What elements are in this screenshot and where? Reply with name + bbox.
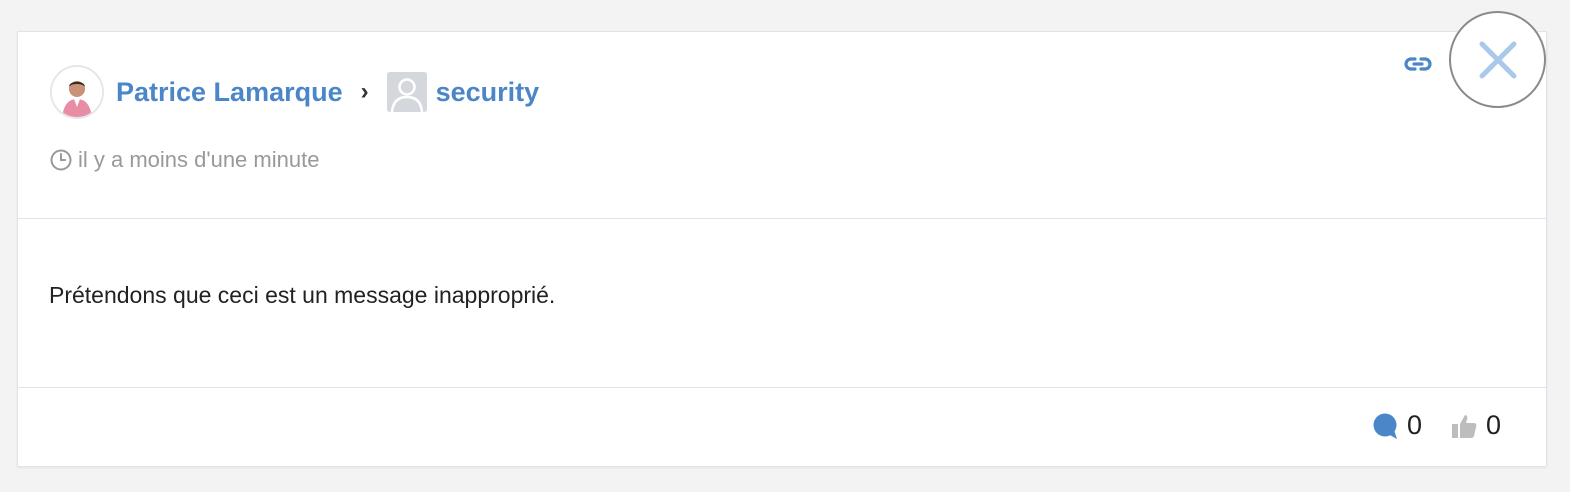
group-avatar-icon[interactable] — [386, 72, 427, 112]
comments-button[interactable]: 0 — [1371, 410, 1422, 441]
timestamp-text: il y a moins d'une minute — [78, 147, 320, 172]
breadcrumb-separator: › — [360, 78, 369, 105]
activity-body: Prétendons que ceci est un message inapp… — [18, 218, 1546, 388]
activity-header: Patrice Lamarque › security il y a moins… — [18, 32, 1546, 219]
comments-count: 0 — [1406, 410, 1422, 440]
thumbs-up-icon — [1451, 414, 1477, 438]
activity-stats: 0 0 — [1371, 410, 1501, 441]
timestamp-row: il y a moins d'une minute — [50, 147, 319, 173]
author-avatar[interactable] — [50, 65, 104, 119]
comment-bubble-icon — [1373, 413, 1397, 439]
close-icon — [1479, 41, 1516, 78]
group-name-link[interactable]: security — [436, 77, 540, 108]
clock-icon — [50, 149, 72, 171]
likes-count: 0 — [1485, 410, 1501, 440]
activity-footer: 0 0 — [18, 388, 1546, 468]
user-silhouette-icon — [386, 72, 427, 112]
author-row: Patrice Lamarque › security — [50, 64, 539, 120]
activity-card: Patrice Lamarque › security il y a moins… — [17, 31, 1547, 467]
avatar-photo — [52, 67, 102, 117]
link-icon[interactable] — [1404, 54, 1432, 74]
close-button[interactable] — [1449, 11, 1546, 108]
like-button[interactable]: 0 — [1450, 410, 1501, 441]
author-name-link[interactable]: Patrice Lamarque — [116, 77, 343, 108]
message-text: Prétendons que ceci est un message inapp… — [49, 282, 556, 308]
